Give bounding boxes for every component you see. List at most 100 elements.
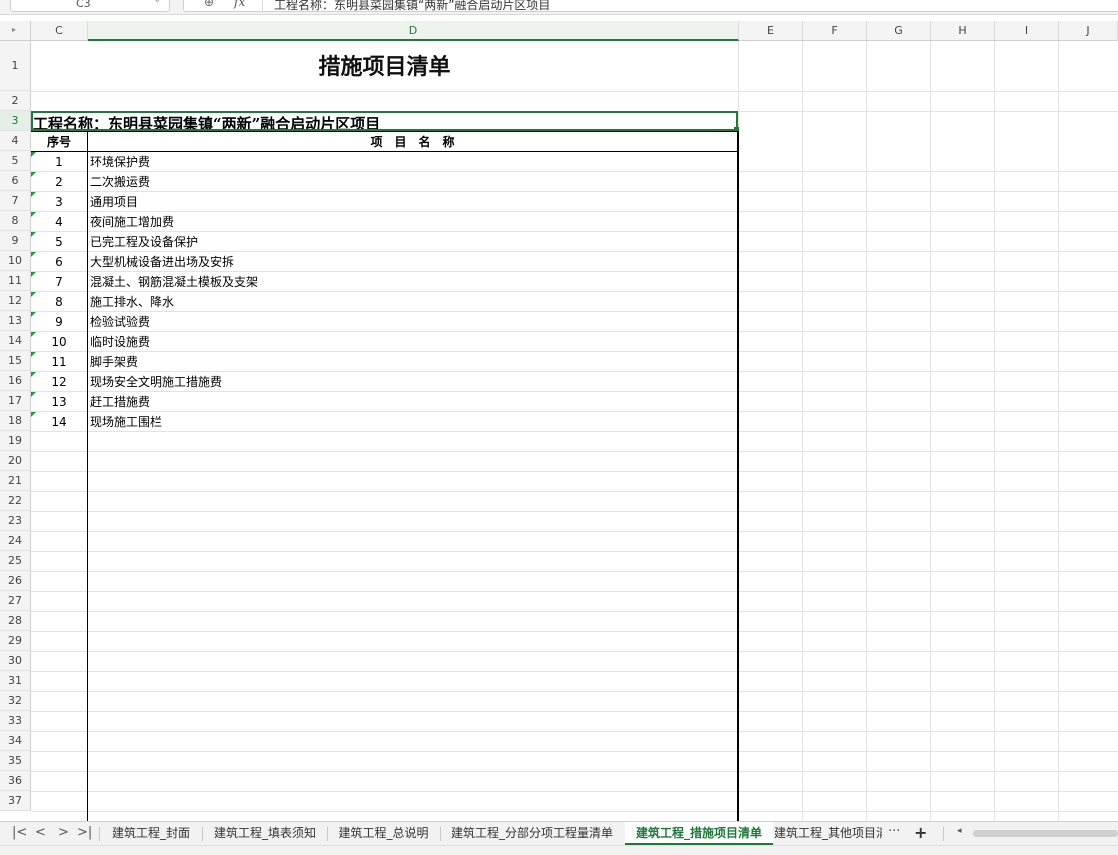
item-name[interactable]: 临时设施费 xyxy=(90,332,150,352)
row-header[interactable]: 19 xyxy=(0,431,31,451)
row-header[interactable]: 24 xyxy=(0,531,31,551)
item-name[interactable]: 已完工程及设备保护 xyxy=(90,232,198,252)
column-header-f[interactable]: F xyxy=(803,21,867,41)
row-header[interactable]: 20 xyxy=(0,451,31,471)
row-header[interactable]: 1 xyxy=(0,41,31,91)
first-sheet-icon[interactable]: |< xyxy=(12,825,27,840)
item-name[interactable]: 大型机械设备进出场及安拆 xyxy=(90,252,234,272)
row-header[interactable]: 30 xyxy=(0,651,31,671)
row-header[interactable]: 4 xyxy=(0,131,31,151)
sheet-tab[interactable]: 建筑工程_填表须知 xyxy=(204,822,326,845)
item-name[interactable]: 二次搬运费 xyxy=(90,172,150,192)
column-header-d[interactable]: D xyxy=(88,21,739,41)
row-header[interactable]: 16 xyxy=(0,371,31,391)
header-item-name[interactable]: 项 目 名 称 xyxy=(88,132,737,152)
sheet-title[interactable]: 措施项目清单 xyxy=(31,49,738,81)
row-header[interactable]: 5 xyxy=(0,151,31,171)
column-header-i[interactable]: I xyxy=(995,21,1059,41)
item-seq[interactable]: 4 xyxy=(31,212,87,232)
row-header[interactable]: 3 xyxy=(0,111,31,131)
row-header[interactable]: 33 xyxy=(0,711,31,731)
row-header[interactable]: 23 xyxy=(0,511,31,531)
row-header[interactable]: 37 xyxy=(0,791,31,811)
row-header[interactable]: 27 xyxy=(0,591,31,611)
item-seq[interactable]: 6 xyxy=(31,252,87,272)
row-header[interactable]: 31 xyxy=(0,671,31,691)
item-seq[interactable]: 7 xyxy=(31,272,87,292)
prev-sheet-icon[interactable]: < xyxy=(35,825,46,840)
select-all-corner[interactable]: ▸ xyxy=(0,21,31,41)
row-header[interactable]: 32 xyxy=(0,691,31,711)
item-name[interactable]: 环境保护费 xyxy=(90,152,150,172)
row-header[interactable]: 29 xyxy=(0,631,31,651)
fx-icon[interactable]: fx xyxy=(234,0,245,9)
column-header-h[interactable]: H xyxy=(931,21,995,41)
column-header-e[interactable]: E xyxy=(739,21,803,41)
item-seq[interactable]: 5 xyxy=(31,232,87,252)
row-header[interactable]: 35 xyxy=(0,751,31,771)
item-name[interactable]: 通用项目 xyxy=(90,192,138,212)
row-header[interactable]: 28 xyxy=(0,611,31,631)
column-header-g[interactable]: G xyxy=(867,21,931,41)
column-header-j[interactable]: J xyxy=(1059,21,1118,41)
horizontal-scrollbar[interactable] xyxy=(973,830,1118,837)
row-header[interactable]: 7 xyxy=(0,191,31,211)
item-seq[interactable]: 2 xyxy=(31,172,87,192)
row-header[interactable]: 9 xyxy=(0,231,31,251)
row-header[interactable]: 26 xyxy=(0,571,31,591)
row-header[interactable]: 10 xyxy=(0,251,31,271)
formula-text[interactable]: 工程名称：东明县菜园集镇“两新”融合启动片区项目 xyxy=(274,0,550,13)
item-seq[interactable]: 8 xyxy=(31,292,87,312)
row-header[interactable]: 18 xyxy=(0,411,31,431)
row-header[interactable]: 34 xyxy=(0,731,31,751)
row-header[interactable]: 21 xyxy=(0,471,31,491)
item-seq[interactable]: 12 xyxy=(31,372,87,392)
sheet-tab[interactable]: 建筑工程_分部分项工程量清单 xyxy=(442,822,622,845)
item-name[interactable]: 现场安全文明施工措施费 xyxy=(90,372,222,392)
next-sheet-icon[interactable]: > xyxy=(58,825,69,840)
chevron-down-icon[interactable]: ⌄ xyxy=(153,0,161,5)
item-name[interactable]: 检验试验费 xyxy=(90,312,150,332)
item-name[interactable]: 夜间施工增加费 xyxy=(90,212,174,232)
row-header[interactable]: 6 xyxy=(0,171,31,191)
item-seq[interactable]: 11 xyxy=(31,352,87,372)
item-name[interactable]: 现场施工围栏 xyxy=(90,412,162,432)
row-header[interactable]: 25 xyxy=(0,551,31,571)
item-name[interactable]: 混凝土、钢筋混凝土模板及支架 xyxy=(90,272,258,292)
formula-input[interactable]: ⊕ fx 工程名称：东明县菜园集镇“两新”融合启动片区项目 xyxy=(183,0,1118,12)
zoom-icon[interactable]: ⊕ xyxy=(204,0,214,9)
row-header[interactable]: 2 xyxy=(0,91,31,111)
row-header[interactable]: 17 xyxy=(0,391,31,411)
spreadsheet-grid[interactable]: 措施项目清单 工程名称：东明县菜园集镇“两新”融合启动片区项目 序号 项 目 名… xyxy=(31,41,1118,821)
add-sheet-icon[interactable]: + xyxy=(914,823,927,842)
item-seq[interactable]: 13 xyxy=(31,392,87,412)
item-seq[interactable]: 1 xyxy=(31,152,87,172)
row-header[interactable]: 12 xyxy=(0,291,31,311)
row-header[interactable]: 8 xyxy=(0,211,31,231)
last-sheet-icon[interactable]: >| xyxy=(77,825,92,840)
sheet-tab[interactable]: 建筑工程_其他项目清 xyxy=(774,822,882,845)
row-header[interactable]: 22 xyxy=(0,491,31,511)
name-box[interactable]: C3 ⌄ xyxy=(10,0,170,12)
row-header[interactable]: 15 xyxy=(0,351,31,371)
item-name[interactable]: 脚手架费 xyxy=(90,352,138,372)
header-seq[interactable]: 序号 xyxy=(31,132,87,152)
scroll-left-icon[interactable]: ◂ xyxy=(957,826,962,836)
sheet-tab[interactable]: 建筑工程_总说明 xyxy=(329,822,438,845)
sheet-tab-active[interactable]: 建筑工程_措施项目清单 xyxy=(625,822,773,845)
sheet-tab[interactable]: 建筑工程_封面 xyxy=(102,822,200,845)
item-seq[interactable]: 9 xyxy=(31,312,87,332)
row-header[interactable]: 11 xyxy=(0,271,31,291)
more-tabs-icon[interactable]: ··· xyxy=(888,824,900,839)
item-seq[interactable]: 10 xyxy=(31,332,87,352)
row-header[interactable]: 36 xyxy=(0,771,31,791)
gridline xyxy=(31,511,1118,512)
item-name[interactable]: 施工排水、降水 xyxy=(90,292,174,312)
column-header-c[interactable]: C xyxy=(31,21,88,41)
gridline xyxy=(31,791,1118,792)
item-seq[interactable]: 14 xyxy=(31,412,87,432)
item-name[interactable]: 赶工措施费 xyxy=(90,392,150,412)
item-seq[interactable]: 3 xyxy=(31,192,87,212)
row-header[interactable]: 14 xyxy=(0,331,31,351)
row-header[interactable]: 13 xyxy=(0,311,31,331)
